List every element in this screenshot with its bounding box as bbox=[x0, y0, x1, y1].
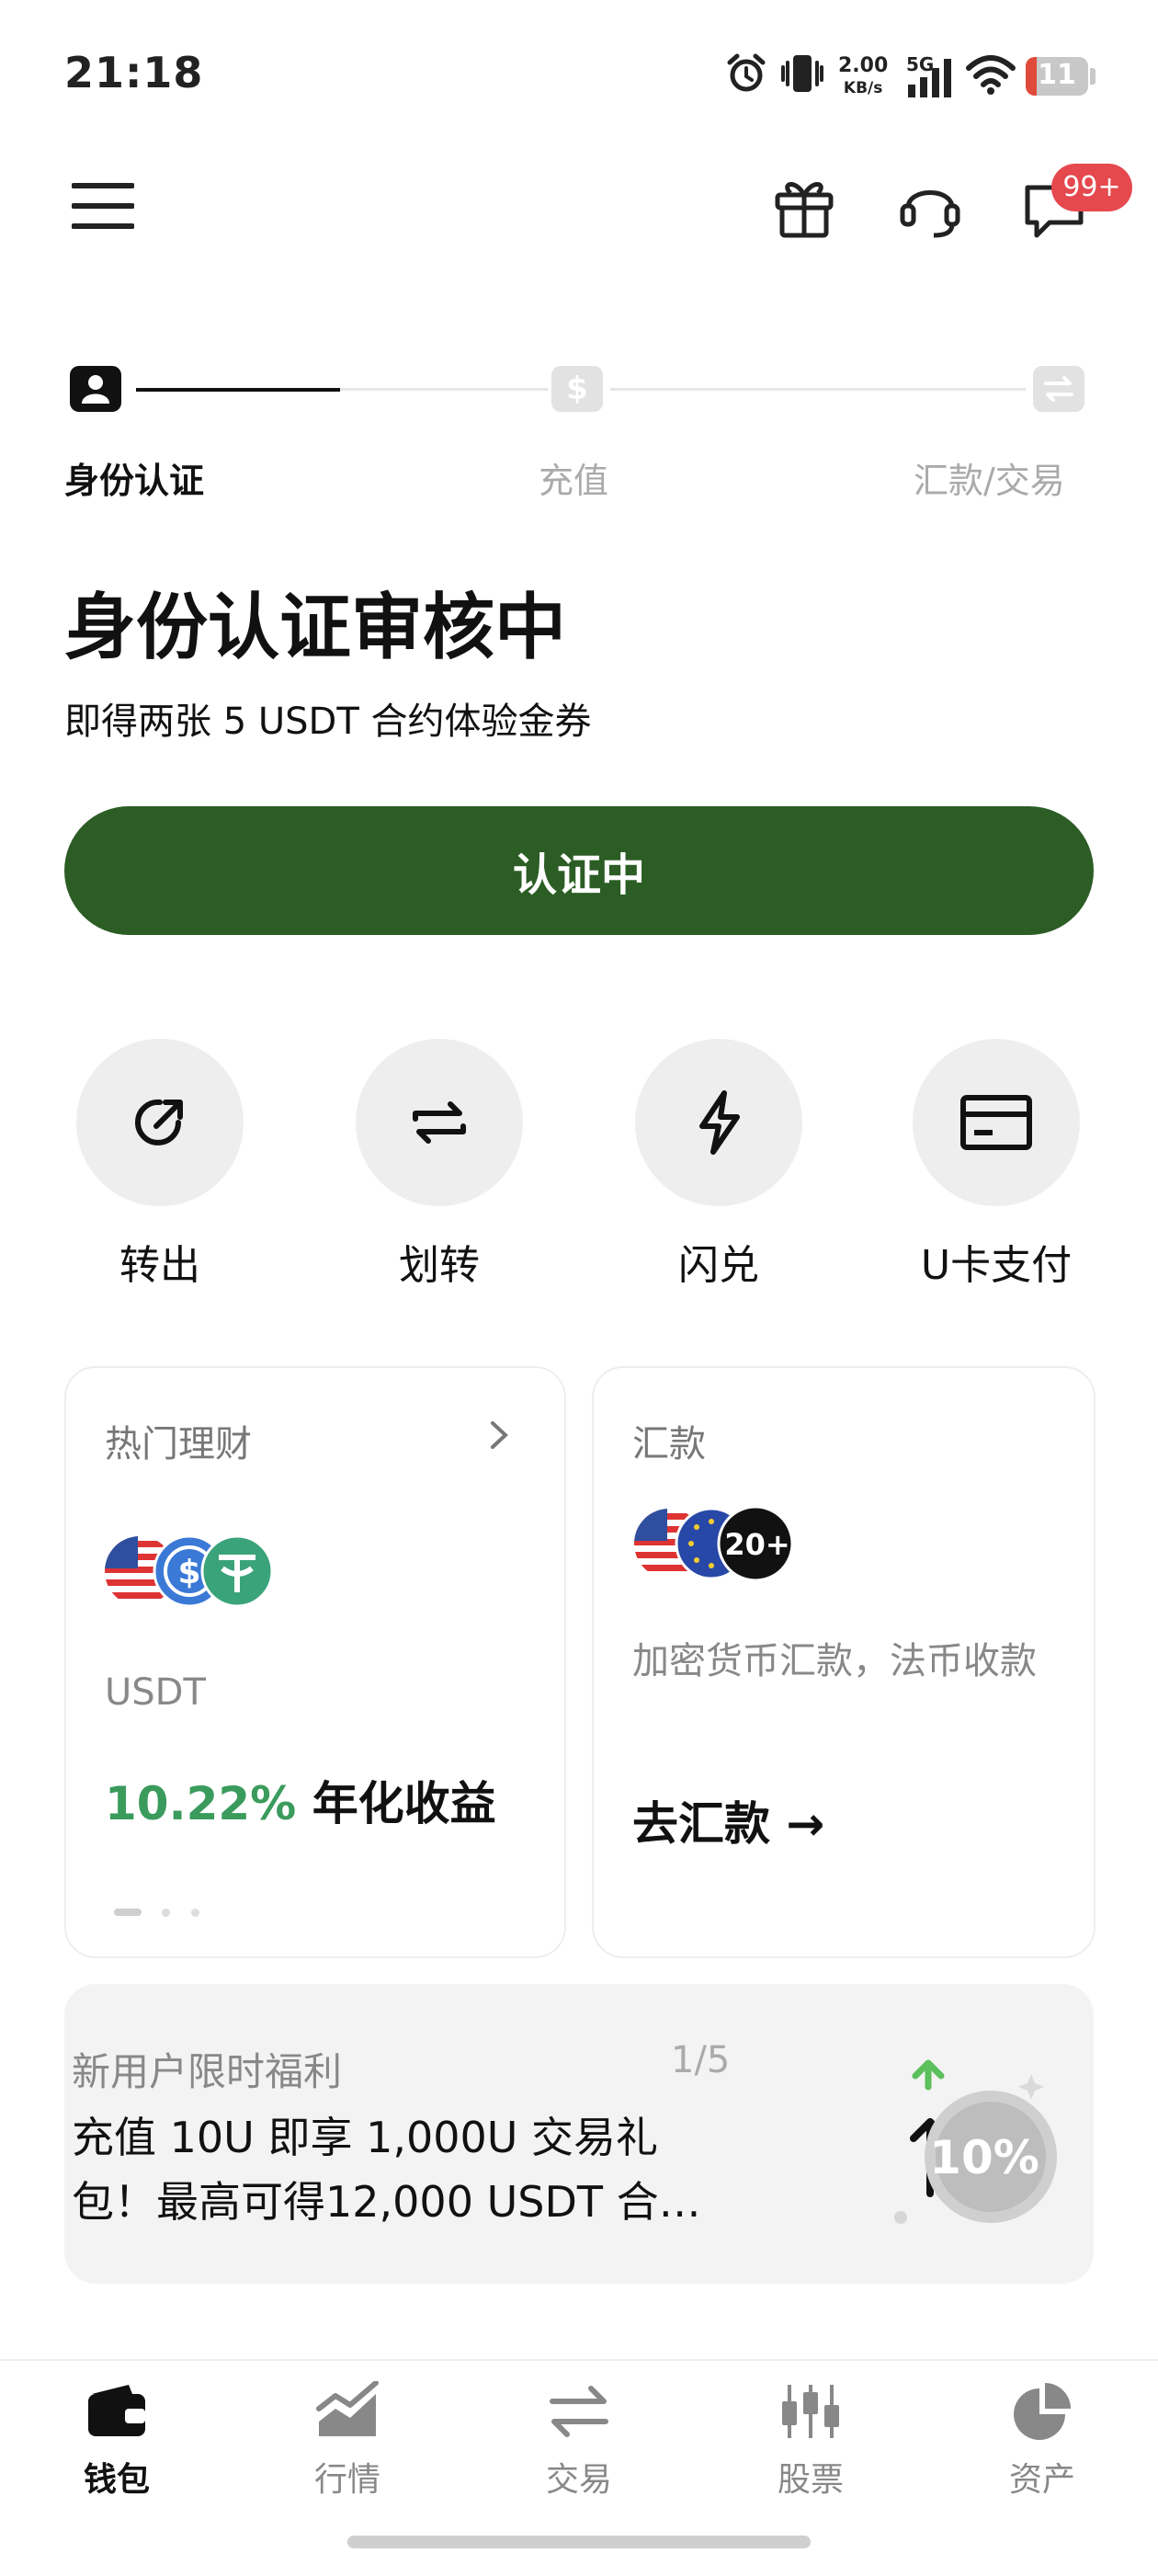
earn-rate-line: 10.22% 年化收益 bbox=[105, 1767, 496, 1833]
tab-trade[interactable]: 交易 bbox=[505, 2381, 653, 2501]
market-chart-icon bbox=[316, 2380, 379, 2436]
promo-badge: 10% bbox=[929, 2131, 1039, 2184]
network-speed: 2.00 KB/s bbox=[838, 54, 889, 98]
tab-stocks[interactable]: 股票 bbox=[737, 2381, 884, 2501]
transfer-out-button[interactable]: 转出 bbox=[68, 1039, 252, 1291]
signal-icon bbox=[908, 59, 951, 97]
gift-icon[interactable] bbox=[772, 175, 836, 239]
page-title: 身份认证审核中 bbox=[64, 587, 567, 669]
status-time: 21:18 bbox=[64, 48, 204, 97]
earn-rate-suffix: 年化收益 bbox=[312, 1777, 496, 1830]
progress-line-pending bbox=[340, 388, 548, 391]
tab-stocks-label: 股票 bbox=[777, 2461, 844, 2499]
tab-assets-label: 资产 bbox=[1008, 2461, 1075, 2499]
vibrate-icon bbox=[781, 55, 823, 92]
coin-count-badge: 20+ bbox=[724, 1527, 790, 1562]
card-icon bbox=[913, 1039, 1080, 1206]
wallet-icon bbox=[88, 2385, 145, 2436]
internal-transfer-button[interactable]: 划转 bbox=[347, 1039, 531, 1291]
tab-wallet-label: 钱包 bbox=[83, 2461, 150, 2499]
promo-body: 充值 10U 即享 1,000U 交易礼包！最高可得12,000 USDT 合… bbox=[72, 2113, 701, 2227]
candlestick-icon bbox=[782, 2385, 839, 2438]
step-label-remit-trade: 汇款/交易 bbox=[914, 461, 1065, 501]
remit-title: 汇款 bbox=[632, 1423, 706, 1465]
wifi-icon bbox=[966, 55, 1016, 95]
pie-chart-icon bbox=[1014, 2383, 1071, 2440]
alarm-icon bbox=[727, 53, 766, 92]
carousel-dot bbox=[191, 1909, 199, 1917]
carousel-dot bbox=[162, 1909, 170, 1917]
message-count-badge: 99+ bbox=[1051, 164, 1132, 211]
earn-rate: 10.22% bbox=[105, 1777, 297, 1830]
carousel-dot-active bbox=[114, 1909, 142, 1916]
trade-arrows-icon bbox=[550, 2386, 608, 2437]
tab-wallet[interactable]: 钱包 bbox=[43, 2381, 190, 2501]
coin-stack-icon: $ bbox=[105, 1534, 274, 1608]
quick-swap-label: 闪兑 bbox=[678, 1242, 759, 1289]
svg-text:$: $ bbox=[177, 1554, 200, 1591]
battery-tip bbox=[1090, 68, 1096, 85]
lightning-icon bbox=[635, 1039, 802, 1206]
verification-status-button[interactable]: 认证中 bbox=[64, 806, 1094, 935]
deposit-step-icon: $ bbox=[551, 366, 603, 412]
home-indicator[interactable] bbox=[347, 2536, 811, 2548]
u-card-pay-label: U卡支付 bbox=[920, 1242, 1073, 1289]
battery-percent: 11 bbox=[1038, 59, 1076, 91]
menu-icon[interactable] bbox=[72, 182, 134, 230]
swap-arrows-icon bbox=[356, 1039, 523, 1206]
internal-transfer-label: 划转 bbox=[399, 1242, 480, 1289]
progress-line-done bbox=[136, 388, 340, 392]
transfer-out-label: 转出 bbox=[119, 1242, 200, 1289]
promo-title: 新用户限时福利 bbox=[72, 2049, 343, 2094]
tab-market-label: 行情 bbox=[313, 2461, 380, 2499]
battery-indicator: 11 bbox=[1026, 57, 1088, 96]
page-subtitle: 即得两张 5 USDT 合约体验金券 bbox=[64, 701, 592, 743]
u-card-pay-button[interactable]: U卡支付 bbox=[904, 1039, 1088, 1291]
tab-assets[interactable]: 资产 bbox=[969, 2381, 1116, 2501]
promo-pagination: 1/5 bbox=[671, 2039, 731, 2081]
chevron-right-icon[interactable] bbox=[487, 1419, 511, 1451]
remit-description: 加密货币汇款，法币收款 bbox=[632, 1640, 1037, 1682]
step-label-deposit: 充值 bbox=[539, 461, 609, 501]
step-label-identity: 身份认证 bbox=[64, 461, 205, 501]
go-remit-link[interactable]: 去汇款 → bbox=[632, 1787, 824, 1853]
tab-trade-label: 交易 bbox=[545, 2461, 612, 2499]
hot-earn-title: 热门理财 bbox=[105, 1423, 252, 1465]
tab-market[interactable]: 行情 bbox=[274, 2380, 421, 2501]
transfer-out-icon bbox=[76, 1039, 244, 1206]
customer-service-icon[interactable] bbox=[897, 175, 963, 241]
identity-step-icon bbox=[70, 366, 121, 412]
quick-swap-button[interactable]: 闪兑 bbox=[627, 1039, 811, 1291]
progress-line-pending bbox=[610, 388, 1026, 391]
earn-asset: USDT bbox=[105, 1671, 206, 1714]
remit-trade-step-icon bbox=[1033, 366, 1084, 412]
